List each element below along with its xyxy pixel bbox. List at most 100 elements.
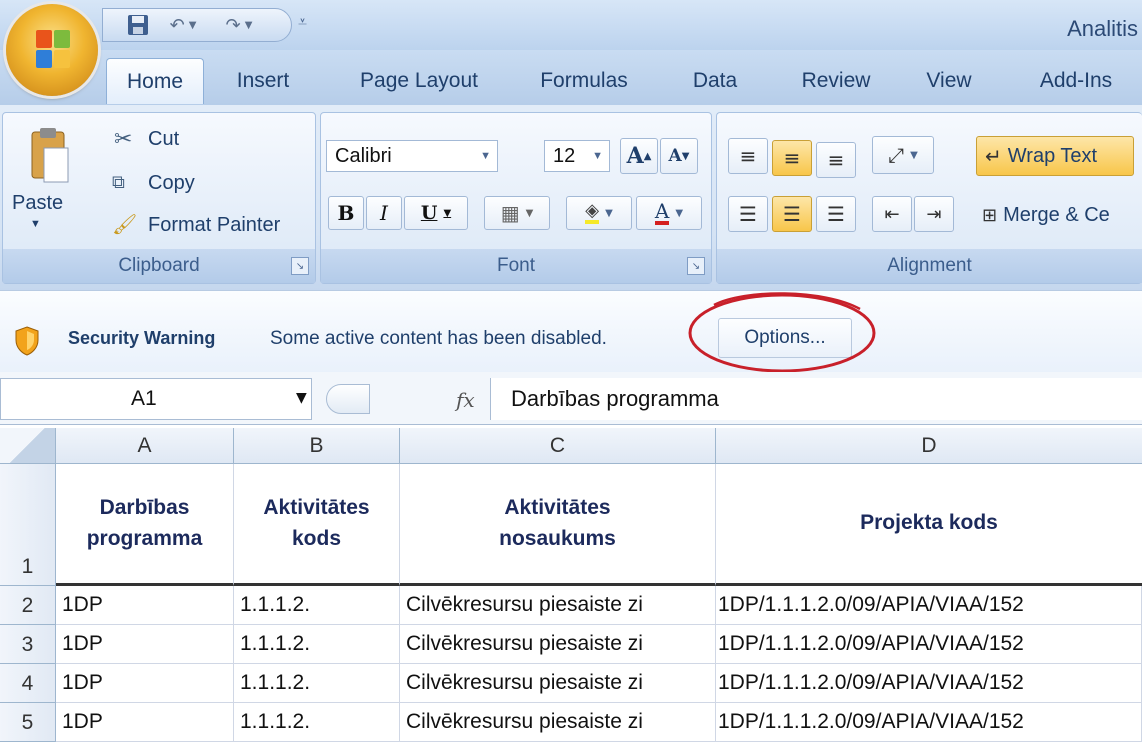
align-bottom-icon: ≡ — [827, 148, 845, 172]
header-cell-d[interactable]: Projekta kods — [716, 464, 1142, 586]
paste-dropdown-icon[interactable]: ▼ — [30, 218, 41, 230]
tab-page-layout[interactable]: Page Layout — [350, 58, 488, 104]
cut-button[interactable]: ✂ Cut — [92, 126, 272, 156]
orientation-icon: ⤢ — [888, 143, 905, 167]
header-cell-a[interactable]: Darbības programma — [56, 464, 234, 586]
chevron-down-icon: ▼ — [480, 150, 491, 162]
header-cell-a-line-2: programma — [86, 526, 203, 550]
align-center-button[interactable]: ☰ — [772, 196, 812, 232]
cell-d2[interactable]: 1DP/1.1.1.2.0/09/APIA/VIAA/152 — [716, 586, 1142, 625]
cell-c4[interactable]: Cilvēkresursu piesaiste zi — [400, 664, 716, 703]
row-header[interactable]: 1 — [0, 464, 56, 586]
font-family-select[interactable]: Calibri ▼ — [326, 140, 498, 172]
security-warning-title: Security Warning — [68, 328, 216, 348]
header-cell-c[interactable]: Aktivitātes nosaukums — [400, 464, 716, 586]
decrease-indent-button[interactable]: ⇤ — [872, 196, 912, 232]
cell-a5[interactable]: 1DP — [56, 703, 234, 742]
column-header-d[interactable]: D — [716, 428, 1142, 464]
cell-a3[interactable]: 1DP — [56, 625, 234, 664]
clipboard-launcher-icon[interactable]: ↘ — [291, 257, 309, 275]
cell-d5[interactable]: 1DP/1.1.1.2.0/09/APIA/VIAA/152 — [716, 703, 1142, 742]
cell-a2[interactable]: 1DP — [56, 586, 234, 625]
shrink-font-button[interactable]: A ▼ — [660, 138, 698, 174]
wrap-text-button[interactable]: ↵ Wrap Text — [976, 136, 1134, 176]
chevron-down-icon: ▼ — [605, 207, 613, 219]
column-header-c[interactable]: C — [400, 428, 716, 464]
quick-access-toolbar: ↶ ▼ ↷ ▼ — [102, 8, 292, 42]
align-bottom-button[interactable]: ≡ — [816, 142, 856, 178]
align-middle-button[interactable]: ≡ — [772, 140, 812, 176]
header-cell-c-line-1: Aktivitātes — [504, 496, 611, 520]
office-button[interactable] — [6, 4, 98, 96]
align-right-button[interactable]: ☰ — [816, 196, 856, 232]
cell-c3[interactable]: Cilvēkresursu piesaiste zi — [400, 625, 716, 664]
save-icon[interactable] — [125, 13, 151, 37]
cell-b2[interactable]: 1.1.1.2. — [234, 586, 400, 625]
header-cell-b[interactable]: Aktivitātes kods — [234, 464, 400, 586]
copy-button[interactable]: ⧉ Copy — [92, 170, 272, 200]
row-header[interactable]: 4 — [0, 664, 56, 703]
undo-icon[interactable]: ↶ ▼ — [163, 13, 203, 37]
font-color-label: A — [654, 199, 670, 225]
security-warning-message: Some active content has been disabled. — [270, 328, 607, 349]
italic-button[interactable]: I — [366, 196, 402, 230]
fill-color-button[interactable]: ◈ ▼ — [566, 196, 632, 230]
row-header[interactable]: 3 — [0, 625, 56, 664]
cell-b4[interactable]: 1.1.1.2. — [234, 664, 400, 703]
format-painter-button[interactable]: 🖌 Format Painter — [92, 212, 312, 242]
name-box-dropdown-icon[interactable]: ▼ — [296, 390, 307, 406]
cell-c5[interactable]: Cilvēkresursu piesaiste zi — [400, 703, 716, 742]
formula-bar-grip-icon[interactable] — [326, 384, 370, 414]
header-cell-a-line-1: Darbības — [99, 496, 190, 520]
header-cell-d-line-1: Projekta kods — [860, 511, 998, 535]
header-cell-b-line-2: kods — [291, 526, 341, 550]
cell-d4[interactable]: 1DP/1.1.1.2.0/09/APIA/VIAA/152 — [716, 664, 1142, 703]
tab-view[interactable]: View — [914, 58, 984, 104]
merge-icon: ⊞ — [982, 204, 998, 226]
column-header-b[interactable]: B — [234, 428, 400, 464]
row-header[interactable]: 5 — [0, 703, 56, 742]
grow-font-button[interactable]: A ▲ — [620, 138, 658, 174]
cell-b3[interactable]: 1.1.1.2. — [234, 625, 400, 664]
cell-d3[interactable]: 1DP/1.1.1.2.0/09/APIA/VIAA/152 — [716, 625, 1142, 664]
tab-add-ins[interactable]: Add-Ins — [1030, 58, 1122, 104]
cell-c2[interactable]: Cilvēkresursu piesaiste zi — [400, 586, 716, 625]
paste-button[interactable]: Paste ▼ — [10, 122, 86, 250]
font-size-select[interactable]: 12 ▼ — [544, 140, 610, 172]
tab-data[interactable]: Data — [690, 58, 740, 104]
select-all-corner[interactable] — [0, 428, 56, 464]
orientation-button[interactable]: ⤢ ▼ — [872, 136, 934, 174]
row-header[interactable]: 2 — [0, 586, 56, 625]
formula-value: Darbības programma — [511, 386, 719, 411]
font-group-label: Font — [321, 249, 711, 283]
merge-center-button[interactable]: ⊞ Merge & Ce — [982, 198, 1142, 232]
font-launcher-icon[interactable]: ↘ — [687, 257, 705, 275]
cell-a4[interactable]: 1DP — [56, 664, 234, 703]
scissors-icon: ✂ — [114, 126, 133, 151]
office-logo-icon — [36, 30, 70, 68]
redo-icon[interactable]: ↷ ▼ — [219, 13, 259, 37]
bold-button[interactable]: B — [328, 196, 364, 230]
bold-label: B — [337, 201, 355, 225]
red-circle-annotation — [688, 292, 876, 373]
tab-insert[interactable]: Insert — [226, 58, 300, 104]
font-color-button[interactable]: A ▼ — [636, 196, 702, 230]
borders-button[interactable]: ▦ ▼ — [484, 196, 550, 230]
align-top-button[interactable]: ≡ — [728, 138, 768, 174]
insert-function-icon[interactable]: fx — [456, 388, 475, 412]
tab-home[interactable]: Home — [106, 58, 204, 104]
cell-b5[interactable]: 1.1.1.2. — [234, 703, 400, 742]
formula-input[interactable]: Darbības programma — [490, 378, 1142, 420]
window-title: Analitis — [1067, 16, 1138, 41]
increase-indent-icon: ⇥ — [926, 203, 942, 225]
increase-indent-button[interactable]: ⇥ — [914, 196, 954, 232]
column-header-a[interactable]: A — [56, 428, 234, 464]
name-box[interactable]: A1 — [0, 378, 312, 420]
tab-formulas[interactable]: Formulas — [530, 58, 638, 104]
align-left-button[interactable]: ☰ — [728, 196, 768, 232]
wrap-text-label: Wrap Text — [1007, 144, 1098, 167]
underline-button[interactable]: U ▼ — [404, 196, 468, 230]
customize-qat-icon[interactable]: ⩡ — [298, 12, 307, 32]
grow-font-label: A — [626, 143, 644, 169]
tab-review[interactable]: Review — [794, 58, 878, 104]
